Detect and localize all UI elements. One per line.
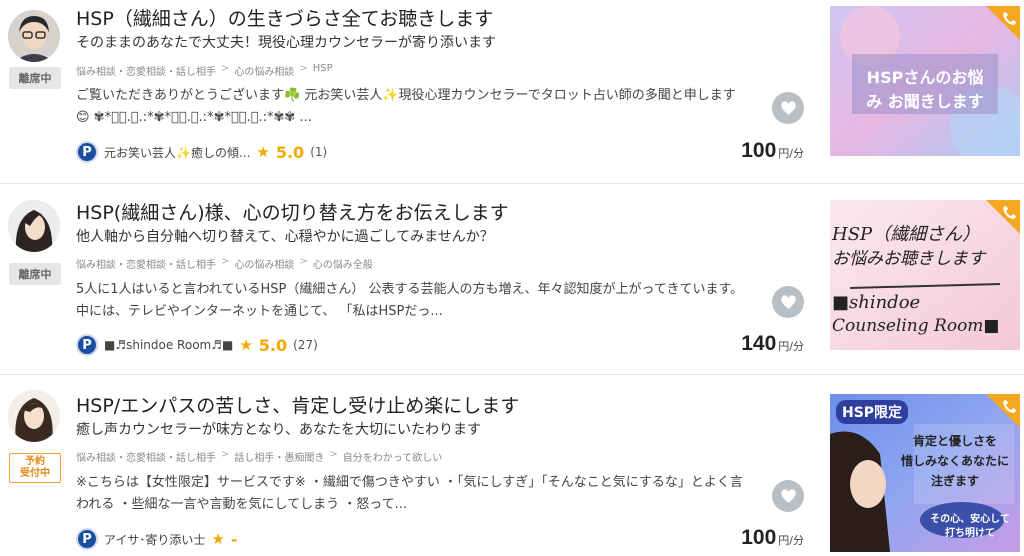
- chevron-right-icon: >: [221, 63, 230, 74]
- listing-description: 5人に1人はいると言われているHSP（繊細さん） 公表する芸能人の方も増え、年々…: [76, 282, 744, 319]
- status-badge: 予約 受付中: [9, 453, 61, 483]
- listing-footer: P アイサ･寄り添い士 ★ -: [76, 528, 244, 550]
- avatar[interactable]: [8, 200, 60, 252]
- listing-subtitle: そのままのあなたで大丈夫！現役心理カウンセラーが寄り添います: [76, 35, 496, 51]
- listing-title[interactable]: HSP/エンパスの苦しさ、肯定し受け止め楽にします: [76, 391, 519, 418]
- price: 140 円/分: [741, 332, 804, 356]
- review-count: (1): [310, 145, 328, 159]
- listing-description: ※こちらは【女性限定】サービスです※ ・繊細で傷つきやすい ・「気にしすぎ」「そ…: [76, 475, 743, 512]
- listing-footer: P 元お笑い芸人✨癒しの傾... ★ 5.0 (1): [76, 141, 327, 163]
- listing-card[interactable]: 離席中 HSP(繊細さん)様、心の切り替え方をお伝えします 他人軸から自分軸へ切…: [0, 188, 1024, 368]
- thumbnail-text: HSPさんのお悩: [866, 68, 984, 87]
- status-badge: 離席中: [9, 67, 61, 89]
- listing-card[interactable]: 離席中 HSP（繊細さん）の生きづらさ全てお聴きします そのままのあなたで大丈夫…: [0, 0, 1024, 180]
- divider: [0, 374, 1024, 375]
- price-unit: 円/分: [778, 340, 804, 353]
- breadcrumb-item[interactable]: 心の悩み相談: [234, 63, 294, 78]
- listing-footer: P ■♬shindoe Room♬■ ★ 5.0 (27): [76, 334, 318, 356]
- favorite-button[interactable]: [772, 286, 804, 318]
- rating-value: 5.0: [258, 335, 288, 355]
- star-icon: ★: [211, 530, 225, 548]
- heart-icon: [780, 100, 796, 115]
- provider-p-icon: P: [76, 334, 98, 356]
- review-count: (27): [293, 338, 318, 352]
- price-value: 140: [741, 332, 777, 355]
- breadcrumb-item[interactable]: 心の悩み全般: [313, 256, 373, 271]
- chevron-right-icon: >: [299, 63, 308, 74]
- thumbnail-text: 注ぎます: [930, 474, 979, 488]
- breadcrumb-item[interactable]: 悩み相談・恋愛相談・話し相手: [76, 63, 216, 78]
- thumbnail-text: み お聞きします: [866, 92, 984, 111]
- thumbnail-text: 惜しみなくあなたに: [900, 454, 1009, 468]
- provider-p-icon: P: [76, 141, 98, 163]
- status-badge: 離席中: [9, 263, 61, 285]
- provider-p-icon: P: [76, 528, 98, 550]
- listing-title[interactable]: HSP(繊細さん)様、心の切り替え方をお伝えします: [76, 198, 509, 225]
- breadcrumb-item[interactable]: 自分をわかって欲しい: [343, 449, 443, 464]
- price: 100 円/分: [741, 139, 804, 163]
- phone-icon: [986, 200, 1020, 234]
- breadcrumb: 悩み相談・恋愛相談・話し相手 > 話し相手・愚痴聞き > 自分をわかって欲しい: [76, 449, 442, 464]
- chevron-right-icon: >: [299, 256, 308, 267]
- star-icon: ★: [256, 143, 270, 161]
- breadcrumb-item[interactable]: 心の悩み相談: [234, 256, 294, 271]
- thumbnail-text: その心、安心して: [930, 514, 1010, 525]
- price-unit: 円/分: [778, 534, 804, 547]
- heart-icon: [780, 294, 796, 309]
- thumbnail-text: 打ち明けて: [945, 528, 995, 539]
- chevron-right-icon: >: [221, 449, 230, 460]
- favorite-button[interactable]: [772, 92, 804, 124]
- breadcrumb-item[interactable]: 悩み相談・恋愛相談・話し相手: [76, 449, 216, 464]
- rating-value: 5.0: [275, 142, 305, 162]
- provider-name[interactable]: 元お笑い芸人✨癒しの傾...: [104, 144, 250, 161]
- price-unit: 円/分: [778, 147, 804, 160]
- listing-thumbnail[interactable]: HSPさんのお悩 み お聞きします: [830, 6, 1020, 156]
- breadcrumb-item[interactable]: 話し相手・愚痴聞き: [234, 449, 324, 464]
- avatar[interactable]: [8, 390, 60, 442]
- provider-name[interactable]: ■♬shindoe Room♬■: [104, 338, 233, 352]
- listing-subtitle: 癒し声カウンセラーが味方となり、あなたを大切にいたわります: [76, 422, 482, 438]
- provider-name[interactable]: アイサ･寄り添い士: [104, 531, 205, 548]
- price-value: 100: [741, 139, 777, 162]
- thumbnail-text: HSP限定: [836, 400, 909, 424]
- star-icon: ★: [239, 336, 253, 354]
- phone-icon: [986, 394, 1020, 428]
- breadcrumb-item[interactable]: 悩み相談・恋愛相談・話し相手: [76, 256, 216, 271]
- listing-subtitle: 他人軸から自分軸へ切り替えて、心穏やかに過ごしてみませんか？: [76, 229, 494, 245]
- favorite-button[interactable]: [772, 480, 804, 512]
- avatar[interactable]: [8, 10, 60, 62]
- breadcrumb: 悩み相談・恋愛相談・話し相手 > 心の悩み相談 > HSP: [76, 63, 333, 78]
- divider: [0, 183, 1024, 184]
- listing-thumbnail[interactable]: HSP（繊細さん） お悩みお聴きします ■shindoe Counseling …: [830, 200, 1020, 350]
- chevron-right-icon: >: [221, 256, 230, 267]
- thumbnail-text: ■shindoe: [832, 292, 921, 313]
- listing-thumbnail[interactable]: HSP限定 肯定と優しさを 惜しみなくあなたに 注ぎます その心、安心して 打ち…: [830, 394, 1020, 552]
- thumbnail-text: Counseling Room■: [832, 316, 1000, 336]
- thumbnail-text: 肯定と優しさを: [912, 434, 997, 448]
- chevron-right-icon: >: [329, 449, 338, 460]
- breadcrumb-item[interactable]: HSP: [313, 63, 333, 78]
- listing-card[interactable]: 予約 受付中 HSP/エンパスの苦しさ、肯定し受け止め楽にします 癒し声カウンセ…: [0, 376, 1024, 556]
- thumbnail-text: お悩みお聴きします: [832, 249, 985, 269]
- price: 100 円/分: [741, 526, 804, 550]
- phone-icon: [986, 6, 1020, 40]
- breadcrumb: 悩み相談・恋愛相談・話し相手 > 心の悩み相談 > 心の悩み全般: [76, 256, 373, 271]
- price-value: 100: [741, 526, 777, 549]
- listing-description: ご覧いただきありがとうございます☘️ 元お笑い芸人✨現役心理カウンセラーでタロッ…: [76, 88, 736, 125]
- listing-title[interactable]: HSP（繊細さん）の生きづらさ全てお聴きします: [76, 4, 493, 31]
- rating-value: -: [230, 529, 238, 549]
- heart-icon: [780, 488, 796, 503]
